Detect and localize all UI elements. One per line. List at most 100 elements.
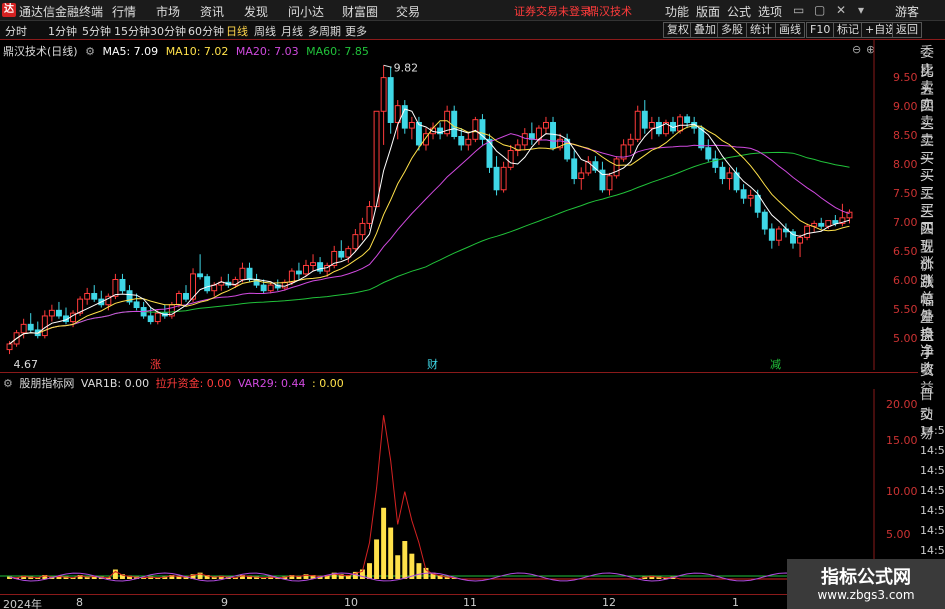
mark-button[interactable]: 标记: [833, 22, 863, 38]
guest-button[interactable]: 游客: [895, 3, 919, 20]
candle-body: [48, 309, 55, 317]
candle-body: [345, 248, 352, 258]
menu-formula[interactable]: 公式: [727, 3, 751, 20]
period-multi[interactable]: 多周期: [308, 23, 341, 39]
ma5-line: [9, 108, 850, 345]
candle-body: [295, 270, 302, 275]
restore-icon[interactable]: ▢: [814, 3, 825, 17]
candle-body: [27, 323, 34, 331]
candle-body: [175, 293, 182, 306]
candle-body: [119, 278, 126, 292]
settings-icon[interactable]: ▾: [858, 3, 864, 17]
period-30min[interactable]: 30分钟: [150, 23, 186, 39]
candlestick-chart[interactable]: 9.82 4.67 涨 财 减: [0, 40, 875, 370]
watermark-url: www.zbgs3.com: [817, 588, 915, 602]
candle-body: [571, 158, 578, 180]
candle-body: [684, 116, 691, 123]
menu-discover[interactable]: 发现: [244, 3, 268, 20]
menu-quotes[interactable]: 行情: [112, 3, 136, 20]
date-label: 2024年: [3, 598, 42, 609]
candle-body: [84, 293, 91, 300]
menu-wealth[interactable]: 财富圈: [342, 3, 378, 20]
trade-time: 14:56: [920, 484, 945, 497]
candle-body: [726, 172, 733, 180]
period-60min[interactable]: 60分钟: [188, 23, 224, 39]
candle-body: [627, 138, 634, 146]
indicator-bar: [402, 541, 408, 579]
menu-news[interactable]: 资讯: [200, 3, 224, 20]
candle-body: [542, 121, 549, 129]
event-marker: 涨: [150, 358, 161, 370]
candle-body: [550, 121, 556, 149]
period-toolbar: 分时 1分钟 5分钟 15分钟 30分钟 60分钟 日线 周线 月线 多周期 更…: [0, 21, 945, 40]
indicator-chart[interactable]: [0, 389, 875, 594]
candle-body: [641, 110, 648, 129]
candle-body: [239, 267, 246, 280]
watermark-title: 指标公式网: [821, 567, 911, 588]
candle-body: [260, 284, 267, 292]
close-icon[interactable]: ✕: [836, 3, 846, 17]
candle-body: [267, 284, 274, 292]
candle-body: [500, 166, 507, 191]
menu-market[interactable]: 市场: [156, 3, 180, 20]
candle-body: [112, 278, 119, 297]
indicator-bar: [367, 563, 372, 579]
candle-body: [303, 264, 309, 275]
candle-body: [204, 276, 211, 292]
period-weekly[interactable]: 周线: [254, 23, 276, 39]
adjust-button[interactable]: 复权: [663, 22, 693, 38]
indicator-tick: 15.00: [886, 434, 918, 447]
candle-body: [6, 343, 13, 351]
menu-ask[interactable]: 问小达: [288, 3, 324, 20]
panel-divider: [0, 372, 918, 373]
trade-time: 14:56: [920, 544, 945, 557]
candle-body: [740, 189, 747, 199]
app-logo-icon: 达: [2, 3, 16, 17]
high-price-label: 9.82: [394, 61, 419, 74]
period-5min[interactable]: 5分钟: [82, 23, 111, 39]
back-button[interactable]: 返回: [892, 22, 922, 38]
price-tick: 6.00: [893, 274, 918, 287]
menu-layout[interactable]: 版面: [696, 3, 720, 20]
stock-name-notice: 鼎汉技术: [588, 5, 632, 18]
date-label: 8: [76, 596, 83, 609]
period-15min[interactable]: 15分钟: [114, 23, 150, 39]
date-label: 1: [732, 596, 739, 609]
candle-body: [154, 312, 161, 323]
app-title: 通达信金融终端: [19, 5, 104, 19]
price-tick: 7.00: [893, 216, 918, 229]
candle-body: [493, 166, 500, 191]
trade-time: 14:56: [920, 464, 945, 477]
period-daily[interactable]: 日线: [226, 23, 248, 39]
period-monthly[interactable]: 月线: [281, 23, 303, 39]
period-more[interactable]: 更多: [345, 23, 367, 39]
indicator-bar: [381, 507, 387, 579]
period-1min[interactable]: 1分钟: [48, 23, 77, 39]
quote-panel: 委比 卖五 卖四 卖三 卖二 卖一 买一 买二 买三 买四 买五 现价 涨跌 涨幅 总量 外盘 换手 净资 收益: [918, 40, 945, 397]
candle-body: [507, 150, 514, 168]
multi-stock-button[interactable]: 多股: [717, 22, 747, 38]
candle-body: [825, 220, 832, 227]
draw-button[interactable]: 画线: [775, 22, 805, 38]
candle-body: [472, 119, 479, 140]
menu-options[interactable]: 选项: [758, 3, 782, 20]
period-timeshare[interactable]: 分时: [5, 23, 27, 39]
candle-body: [655, 121, 662, 135]
candle-body: [310, 262, 317, 266]
candle-body: [451, 110, 458, 138]
trade-time: 14:56: [920, 444, 945, 457]
candle-body: [387, 77, 394, 123]
candle-body: [458, 136, 465, 146]
candle-body: [832, 220, 839, 224]
minimize-icon[interactable]: ▭: [793, 3, 804, 17]
candle-body: [677, 116, 684, 132]
price-tick: 5.00: [893, 332, 918, 345]
stats-button[interactable]: 统计: [746, 22, 776, 38]
candle-body: [133, 301, 140, 309]
candle-body: [465, 138, 472, 146]
menu-function[interactable]: 功能: [665, 3, 689, 20]
menu-trade[interactable]: 交易: [396, 3, 420, 20]
candle-body: [818, 222, 825, 227]
overlay-button[interactable]: 叠加: [690, 22, 720, 38]
f10-button[interactable]: F10: [806, 22, 835, 38]
